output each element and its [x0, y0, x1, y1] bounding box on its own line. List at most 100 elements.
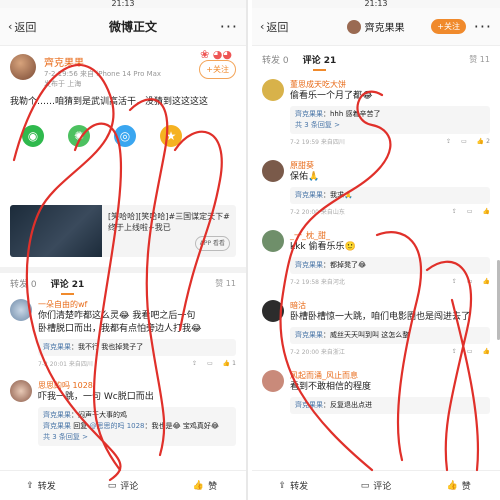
reply-author[interactable]: 齊克果果: [43, 422, 71, 430]
reply-icon[interactable]: ▭: [467, 278, 473, 285]
qzone-icon[interactable]: ★: [160, 125, 182, 147]
reply-icon[interactable]: ▭: [461, 138, 467, 145]
like-label: 赞: [208, 482, 218, 492]
share-icon[interactable]: ⇪: [446, 138, 451, 145]
repost-button[interactable]: ⇪ 转发: [252, 471, 335, 500]
reply-text: ：反复退出点进: [323, 401, 372, 409]
back-label: 返回: [266, 20, 289, 34]
comment-author[interactable]: 暗沽: [290, 300, 490, 311]
avatar[interactable]: [262, 300, 284, 322]
reply-box[interactable]: 齊克果果：hhh 感着辛苦了共 3 条回复 >: [290, 106, 490, 134]
more-icon[interactable]: ···: [472, 17, 492, 36]
like-icon[interactable]: 👍 1: [223, 360, 236, 367]
avatar[interactable]: [346, 19, 361, 34]
share-icon[interactable]: ⇪: [192, 360, 197, 367]
reply-author[interactable]: 齊克果果: [43, 343, 71, 351]
avatar[interactable]: [10, 299, 32, 321]
reply-icon[interactable]: ▭: [467, 208, 473, 215]
tab-like[interactable]: 赞 11: [215, 278, 236, 289]
mention-link[interactable]: @思思的吗 1028: [89, 422, 144, 430]
post-header: 齊克果果 7-2 19:56 来自 iPhone 14 Pro Max 发布于 …: [0, 46, 246, 93]
reply-author[interactable]: 齊克果果: [295, 331, 323, 339]
back-button[interactable]: ‹ 返回: [260, 19, 320, 35]
comment-text: 卧槽脱口而出，我都有点怕旁边人打我😂: [38, 324, 202, 334]
author-title: 齊克果果: [320, 19, 431, 34]
link-card[interactable]: [笑哈哈][笑哈哈]#三国谋定天下#终于上线啦~我已 APP 看看: [10, 205, 236, 257]
moments-icon[interactable]: ✺: [68, 125, 90, 147]
reply-author[interactable]: 齊克果果: [295, 261, 323, 269]
reply-author[interactable]: 齊克果果: [43, 411, 71, 419]
more-replies-link[interactable]: 共 3 条回复 >: [43, 432, 231, 443]
avatar[interactable]: [262, 160, 284, 182]
reply-word: 回复: [73, 422, 88, 430]
avatar[interactable]: [262, 230, 284, 252]
reply-icon[interactable]: ▭: [467, 348, 473, 355]
comment-author[interactable]: 董思成天吃大饼: [290, 79, 490, 90]
comment-meta: 7-2 20:01 来自四川 ⇪ ▭ 👍 1: [38, 359, 236, 368]
author-name[interactable]: 齊克果果: [365, 19, 405, 34]
comment-button[interactable]: ▭ 评论: [82, 471, 164, 500]
comment-icon: ▭: [360, 480, 370, 491]
like-icon[interactable]: 👍 2: [477, 138, 490, 145]
reply-text: ：我也是😂 宝鸡真好😂: [144, 422, 220, 430]
reply-text: ：都掉凳了😂: [323, 261, 367, 269]
app-button[interactable]: APP 看看: [194, 236, 230, 251]
follow-button[interactable]: +关注: [431, 19, 466, 34]
reply-box[interactable]: 齊克果果：反复退出点进: [290, 397, 490, 414]
like-icon[interactable]: 👍: [483, 348, 490, 355]
comment-label: 评论: [120, 482, 139, 492]
tab-repost[interactable]: 转发 0: [10, 277, 37, 290]
comment-author[interactable]: 一朵自由的wf: [38, 299, 236, 310]
avatar[interactable]: [262, 370, 284, 392]
comment-author[interactable]: 思思的吗 1028: [38, 380, 236, 391]
comment-author[interactable]: 原甜葵: [290, 160, 490, 171]
wechat-icon[interactable]: ◉: [22, 125, 44, 147]
tab-like[interactable]: 赞 11: [469, 54, 490, 65]
reply-box[interactable]: 齊克果果：闷声干大事的鸡 齊克果果 回复 @思思的吗 1028：我也是😂 宝鸡真…: [38, 407, 236, 446]
comment-author[interactable]: _一_枕_甜_: [290, 230, 490, 241]
like-button[interactable]: 👍 赞: [417, 471, 500, 500]
share-icon[interactable]: ⇪: [452, 278, 457, 285]
tab-comment[interactable]: 评论 21: [51, 277, 84, 295]
like-button[interactable]: 👍 赞: [164, 471, 246, 500]
like-icon[interactable]: 👍: [483, 278, 490, 285]
reply-text: ：闷声干大事的鸡: [71, 411, 127, 419]
reply-author[interactable]: 齊克果果: [295, 191, 323, 199]
like-icon: 👍: [446, 480, 458, 491]
avatar[interactable]: [262, 79, 284, 101]
card-title: [笑哈哈][笑哈哈]#三国谋定天下#终于上线啦~我已: [108, 212, 230, 232]
post-author[interactable]: 齊克果果: [44, 54, 161, 69]
comment-text: 吓我一跳，一句 Wc脱口而出: [38, 392, 154, 402]
comment-item: 暗沽 卧槽卧槽惊一大跳，咱们电影圈也是闯进去了 齊克果果：威丝天天叫到叫 这怎么整 7…: [252, 293, 500, 363]
reply-author[interactable]: 齊克果果: [295, 110, 323, 118]
post-meta: 7-2 19:56 来自 iPhone 14 Pro Max: [44, 70, 162, 78]
status-time: 21:13: [364, 0, 388, 8]
reply-author[interactable]: 齊克果果: [295, 401, 323, 409]
more-icon[interactable]: ···: [198, 17, 238, 36]
avatar[interactable]: [10, 380, 32, 402]
reply-box[interactable]: 齊克果果：我不行 我也掉凳子了: [38, 339, 236, 356]
follow-button[interactable]: +关注: [199, 60, 236, 79]
share-icon[interactable]: ⇪: [452, 348, 457, 355]
back-button[interactable]: ‹ 返回: [8, 19, 68, 35]
tab-comment[interactable]: 评论 21: [303, 53, 336, 71]
comment-tabs: 转发 0 评论 21 赞 11: [252, 46, 500, 72]
share-icon[interactable]: ⇪: [452, 208, 457, 215]
share-row: ◉ ✺ ◎ ★: [0, 111, 246, 161]
avatar[interactable]: [10, 54, 36, 80]
repost-label: 转发: [290, 482, 309, 492]
comment-author[interactable]: 风起而涌_风止而息: [290, 370, 490, 381]
status-time: 21:13: [111, 0, 135, 8]
chevron-left-icon: ‹: [260, 20, 265, 33]
qq-icon[interactable]: ◎: [114, 125, 136, 147]
more-replies-link[interactable]: 共 3 条回复 >: [295, 120, 485, 131]
repost-button[interactable]: ⇪ 转发: [0, 471, 82, 500]
tab-repost[interactable]: 转发 0: [262, 53, 289, 66]
comment-button[interactable]: ▭ 评论: [335, 471, 418, 500]
reply-box[interactable]: 齊克果果：我求🙏: [290, 187, 490, 204]
reply-box[interactable]: 齊克果果：威丝天天叫到叫 这怎么整: [290, 327, 490, 344]
like-icon[interactable]: 👍: [483, 208, 490, 215]
reply-box[interactable]: 齊克果果：都掉凳了😂: [290, 257, 490, 274]
like-count: 2: [486, 138, 490, 145]
reply-icon[interactable]: ▭: [207, 360, 213, 367]
